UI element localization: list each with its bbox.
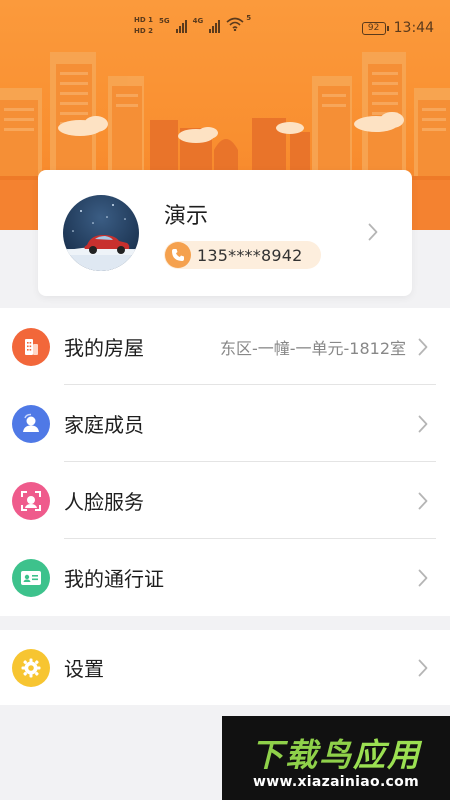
status-bar: HD 1 HD 2 5G 4G 5 92 13:44 bbox=[0, 0, 450, 60]
settings-menu: 设置 bbox=[0, 630, 450, 705]
chevron-right-icon bbox=[418, 569, 428, 586]
network-type-1: 5G bbox=[158, 17, 170, 25]
face-scan-icon bbox=[12, 481, 50, 520]
menu-item-settings[interactable]: 设置 bbox=[0, 630, 450, 705]
id-card-icon bbox=[12, 558, 50, 597]
chevron-right-icon bbox=[418, 338, 428, 355]
signal-strength-icon bbox=[209, 19, 221, 33]
menu-label: 设置 bbox=[64, 657, 104, 681]
avatar[interactable] bbox=[63, 195, 139, 271]
profile-card[interactable]: 演示 135****8942 bbox=[38, 170, 412, 296]
user-name: 演示 bbox=[164, 204, 209, 229]
wifi-badge: 5 bbox=[246, 14, 252, 22]
menu-label: 我的房屋 bbox=[64, 336, 144, 360]
menu-item-my-pass[interactable]: 我的通行证 bbox=[0, 539, 450, 616]
phone-badge: 135****8942 bbox=[164, 241, 321, 269]
menu-item-family-members[interactable]: 家庭成员 bbox=[0, 385, 450, 462]
battery-icon: 92 bbox=[361, 21, 389, 35]
menu-item-face-service[interactable]: 人脸服务 bbox=[0, 462, 450, 539]
account-menu: 我的房屋 东区-一幢-一单元-1812室 家庭成员 人脸服务 我的通行证 bbox=[0, 308, 450, 616]
sim2-hd-label: HD 2 bbox=[134, 27, 153, 35]
settings-icon bbox=[12, 648, 50, 687]
menu-label: 人脸服务 bbox=[64, 490, 144, 514]
sim1-hd-label: HD 1 bbox=[134, 16, 153, 24]
chevron-right-icon bbox=[418, 492, 428, 509]
clock-time: 13:44 bbox=[393, 20, 434, 36]
chevron-right-icon bbox=[418, 415, 428, 432]
avatar-car-image bbox=[63, 204, 139, 271]
house-icon bbox=[12, 327, 50, 366]
house-address: 东区-一幢-一单元-1812室 bbox=[219, 338, 406, 358]
menu-label: 我的通行证 bbox=[64, 567, 164, 591]
watermark-logo-text: 下载鸟应用 bbox=[222, 730, 450, 776]
family-member-icon bbox=[12, 404, 50, 443]
menu-label: 家庭成员 bbox=[64, 413, 144, 437]
signal-strength-icon bbox=[175, 19, 187, 33]
chevron-right-icon bbox=[368, 223, 378, 241]
phone-number: 135****8942 bbox=[197, 245, 303, 265]
menu-item-my-house[interactable]: 我的房屋 东区-一幢-一单元-1812室 bbox=[0, 308, 450, 385]
watermark-title-part2: 应用 bbox=[353, 736, 422, 774]
battery-level: 92 bbox=[367, 22, 380, 33]
chevron-right-icon bbox=[418, 659, 428, 676]
phone-icon bbox=[165, 242, 191, 268]
wifi-icon bbox=[226, 17, 244, 31]
watermark-title-part1: 下载鸟 bbox=[250, 736, 353, 774]
watermark-url: www.xiazainiao.com bbox=[253, 774, 419, 790]
network-type-2: 4G bbox=[192, 17, 204, 25]
download-site-watermark: 下载鸟应用 www.xiazainiao.com bbox=[222, 716, 450, 800]
